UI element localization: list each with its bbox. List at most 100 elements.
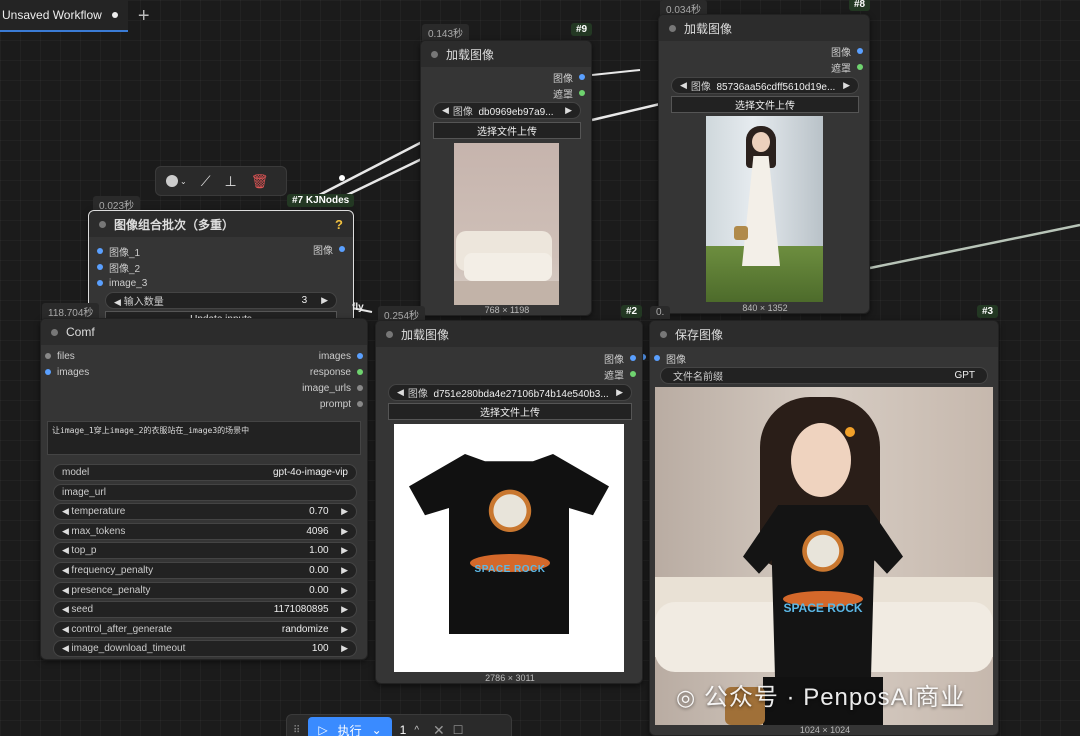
node-title-bar[interactable]: 加载图像 (659, 15, 869, 41)
help-icon[interactable]: ? (335, 217, 343, 232)
upload-button[interactable]: 选择文件上传 (433, 122, 581, 139)
output-port-icon[interactable] (630, 371, 636, 377)
widget-image-download-timeout[interactable]: ◀ image_download_timeout 100 ▶ (53, 640, 357, 658)
input-port-icon[interactable] (45, 353, 51, 359)
input-image-2[interactable]: 图像_2 (97, 259, 140, 275)
filename-prefix-widget[interactable]: 文件名前缀 GPT (660, 367, 988, 384)
output-image[interactable]: 图像 (313, 241, 345, 257)
output-port-icon[interactable] (357, 353, 363, 359)
output-mask[interactable]: 遮罩 (553, 85, 585, 101)
decrement-icon[interactable]: ◀ (62, 604, 71, 614)
prev-icon[interactable]: ◀ (442, 105, 449, 116)
output-mask[interactable]: 遮罩 (831, 59, 863, 75)
output-port-icon[interactable] (579, 74, 585, 80)
decrement-icon[interactable]: ◀ (62, 585, 71, 595)
load-image-node-2[interactable]: 加载图像 图像 遮罩 ◀ 图像 d751e280bda4e27106b74b14… (375, 320, 643, 684)
output-port-icon[interactable] (857, 64, 863, 70)
decrement-icon[interactable]: ◀ (62, 506, 71, 516)
decrement-icon[interactable]: ◀ (62, 565, 71, 575)
increment-icon[interactable]: ▶ (339, 526, 348, 536)
prev-icon[interactable]: ◀ (680, 80, 687, 91)
tab-unsaved-workflow[interactable]: Unsaved Workflow (0, 0, 128, 32)
increment-icon[interactable]: ▶ (339, 624, 348, 634)
output-image-urls[interactable]: image_urls (302, 380, 363, 396)
output-port-icon[interactable] (357, 385, 363, 391)
widget-max-tokens[interactable]: ◀ max_tokens 4096 ▶ (53, 522, 357, 540)
dropdown-chevron-icon[interactable]: ⌄ (372, 723, 382, 736)
collapse-dot-icon[interactable] (669, 24, 676, 32)
image-select-widget[interactable]: ◀ 图像 85736aa56cdff5610d19e... ▶ (671, 77, 859, 94)
drag-handle-icon[interactable]: ⠿ (293, 725, 300, 736)
input-image-1[interactable]: 图像_1 (97, 243, 140, 259)
widget-presence-penalty[interactable]: ◀ presence_penalty 0.00 ▶ (53, 581, 357, 599)
output-prompt[interactable]: prompt (320, 396, 363, 412)
color-picker-icon[interactable]: ⌄ (166, 175, 187, 187)
input-port-icon[interactable] (97, 280, 103, 286)
input-port-icon[interactable] (654, 355, 660, 361)
output-image[interactable]: 图像 (553, 69, 585, 85)
upload-button[interactable]: 选择文件上传 (388, 403, 632, 420)
upload-button[interactable]: 选择文件上传 (671, 96, 859, 113)
input-images[interactable]: images (45, 364, 89, 380)
pin-icon[interactable]: ⊥ (225, 173, 237, 190)
output-port-icon[interactable] (357, 369, 363, 375)
widget-model[interactable]: model gpt-4o-image-vip (53, 464, 357, 481)
output-port-icon[interactable] (357, 401, 363, 407)
node-title-bar[interactable]: 图像组合批次（多重） ? (89, 211, 353, 237)
output-images[interactable]: images (319, 348, 363, 364)
increment-icon[interactable]: ▶ (339, 506, 348, 516)
stepper-up-icon[interactable]: ^ (414, 725, 419, 736)
input-files[interactable]: files (45, 348, 75, 364)
collapse-dot-icon[interactable] (431, 50, 438, 58)
decrement-icon[interactable]: ◀ (62, 643, 71, 653)
prompt-textarea[interactable]: 让image_1穿上image_2的衣服站在_image3的场景中 (47, 421, 361, 455)
increment-icon[interactable]: ▶ (339, 565, 348, 575)
load-image-node-9[interactable]: 加载图像 图像 遮罩 ◀ 图像 db0969eb97a9... ▶ 选择文件上传… (420, 40, 592, 316)
prev-icon[interactable]: ◀ (397, 387, 404, 398)
input-port-icon[interactable] (45, 369, 51, 375)
output-response[interactable]: response (310, 364, 363, 380)
node-title-bar[interactable]: 加载图像 (376, 321, 642, 347)
input-port-icon[interactable] (97, 248, 103, 254)
output-port-icon[interactable] (857, 48, 863, 54)
increment-icon[interactable]: ▶ (339, 585, 348, 595)
decrement-icon[interactable]: ◀ (62, 624, 71, 634)
widget-frequency-penalty[interactable]: ◀ frequency_penalty 0.00 ▶ (53, 561, 357, 579)
add-tab-button[interactable]: + (138, 6, 150, 26)
queue-square-icon[interactable]: ☐ (453, 723, 464, 736)
input-image-3[interactable]: image_3 (97, 275, 147, 291)
load-image-node-8[interactable]: 加载图像 图像 遮罩 ◀ 图像 85736aa56cdff5610d19e...… (658, 14, 870, 314)
output-mask[interactable]: 遮罩 (604, 366, 636, 382)
output-image[interactable]: 图像 (831, 43, 863, 59)
widget-seed[interactable]: ◀ seed 1171080895 ▶ (53, 601, 357, 619)
next-icon[interactable]: ▶ (843, 80, 850, 91)
next-icon[interactable]: ▶ (565, 105, 572, 116)
collapse-dot-icon[interactable] (99, 220, 106, 228)
output-port-icon[interactable] (339, 246, 345, 252)
collapse-dot-icon[interactable] (51, 328, 58, 336)
gpt-api-node[interactable]: Comf files images images response image_… (40, 318, 368, 660)
wand-icon[interactable]: ⟋ (201, 173, 211, 190)
input-count-widget[interactable]: ◀ 输入数量 3 ▶ (105, 292, 337, 309)
image-select-widget[interactable]: ◀ 图像 db0969eb97a9... ▶ (433, 102, 581, 119)
output-port-icon[interactable] (630, 355, 636, 361)
increment-icon[interactable]: ▶ (339, 545, 348, 555)
increment-icon[interactable]: ▶ (339, 604, 348, 614)
increment-icon[interactable]: ▶ (339, 643, 348, 653)
cancel-icon[interactable]: ✕ (433, 722, 445, 736)
node-title-bar[interactable]: Comf (41, 319, 367, 345)
widget-top-p[interactable]: ◀ top_p 1.00 ▶ (53, 542, 357, 560)
node-title-bar[interactable]: 保存图像 (650, 321, 998, 347)
decrement-icon[interactable]: ◀ (62, 526, 71, 536)
batch-count[interactable]: 1 (400, 723, 407, 736)
node-title-bar[interactable]: 加载图像 (421, 41, 591, 67)
output-port-icon[interactable] (579, 90, 585, 96)
input-port-icon[interactable] (97, 264, 103, 270)
widget-temperature[interactable]: ◀ temperature 0.70 ▶ (53, 503, 357, 521)
delete-icon[interactable]: 🗑 (251, 173, 269, 190)
save-image-node-3[interactable]: 保存图像 图像 文件名前缀 GPT SPACE ROCK 1024 × 1024 (649, 320, 999, 736)
image-select-widget[interactable]: ◀ 图像 d751e280bda4e27106b74b14e540b3... ▶ (388, 384, 632, 401)
widget-image-url[interactable]: image_url (53, 483, 357, 501)
collapse-dot-icon[interactable] (386, 330, 393, 338)
decrement-icon[interactable]: ◀ (114, 297, 121, 307)
